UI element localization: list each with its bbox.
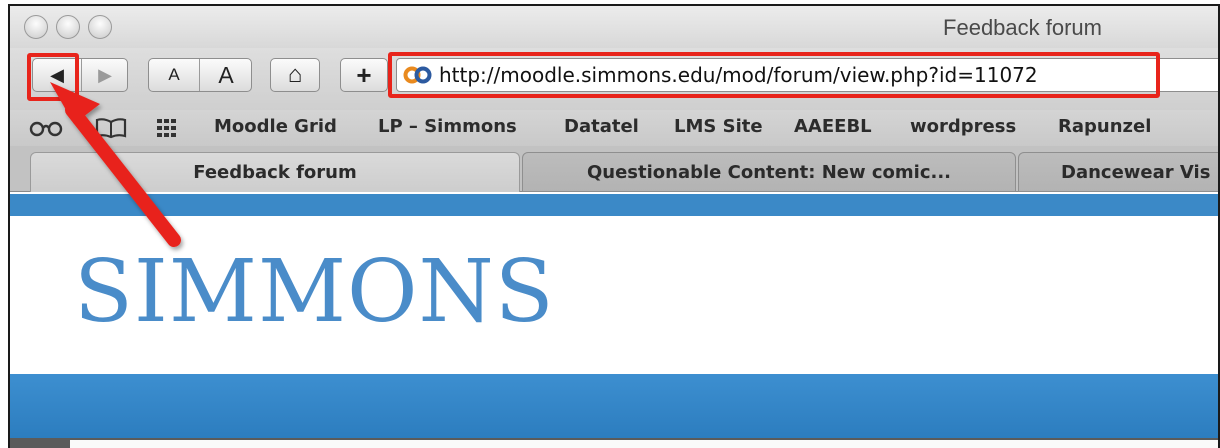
zoom-window-button[interactable] [88, 15, 112, 39]
text-smaller-button[interactable]: A [149, 65, 199, 85]
tab-feedback-forum[interactable]: Feedback forum [30, 152, 520, 192]
open-book-icon[interactable] [94, 117, 128, 139]
url-text[interactable]: http://moodle.simmons.edu/mod/forum/view… [439, 63, 1038, 87]
bookmark-aaeebl[interactable]: AAEEBL [794, 116, 872, 137]
back-forward-group: ◀ ▶ [32, 58, 128, 92]
text-bigger-button[interactable]: A [199, 62, 253, 89]
bookmark-moodle-grid[interactable]: Moodle Grid [214, 116, 337, 137]
tab-questionable-content[interactable]: Questionable Content: New comic... [522, 152, 1016, 192]
forward-arrow-icon: ▶ [98, 64, 112, 85]
home-button[interactable]: ⌂ [270, 58, 320, 92]
header-top-band [10, 194, 1218, 216]
bookmark-wordpress[interactable]: wordpress [910, 116, 1016, 137]
tab-dancewear[interactable]: Dancewear Vis [1018, 152, 1218, 192]
back-arrow-icon: ◀ [50, 64, 64, 85]
window-title: Feedback forum [943, 15, 1102, 40]
text-size-group: A A [148, 58, 252, 92]
site-favicon-icon [403, 66, 432, 84]
grid-view-icon[interactable] [156, 118, 178, 138]
bookmark-lp-simmons[interactable]: LP – Simmons [378, 116, 517, 137]
address-bar[interactable]: http://moodle.simmons.edu/mod/forum/view… [396, 58, 1218, 92]
page-content: SIMMONS [10, 192, 1218, 448]
simmons-logo[interactable]: SIMMONS [74, 242, 555, 342]
back-button[interactable]: ◀ [33, 65, 81, 86]
header-nav-band [10, 374, 1218, 438]
bookmark-lms-site[interactable]: LMS Site [674, 116, 763, 137]
bookmarks-bar: Moodle Grid LP – Simmons Datatel LMS Sit… [10, 110, 1218, 146]
browser-window: Feedback forum ◀ ▶ A A ⌂ + http://moodle… [8, 4, 1220, 448]
home-icon: ⌂ [287, 61, 303, 88]
add-bookmark-button[interactable]: + [340, 58, 388, 92]
minimize-window-button[interactable] [56, 15, 80, 39]
content-area-edge [70, 440, 1218, 448]
plus-icon: + [356, 59, 372, 90]
forward-button[interactable]: ▶ [81, 65, 129, 86]
title-bar: Feedback forum [10, 6, 1218, 48]
reading-glasses-icon[interactable] [28, 118, 66, 138]
close-window-button[interactable] [24, 15, 48, 39]
toolbar: ◀ ▶ A A ⌂ + http://moodle.simmons.edu/mo… [10, 48, 1218, 110]
tab-bar: Feedback forum Questionable Content: New… [10, 146, 1218, 192]
bookmark-datatel[interactable]: Datatel [564, 116, 639, 137]
bookmark-rapunzel[interactable]: Rapunzel [1058, 116, 1151, 137]
